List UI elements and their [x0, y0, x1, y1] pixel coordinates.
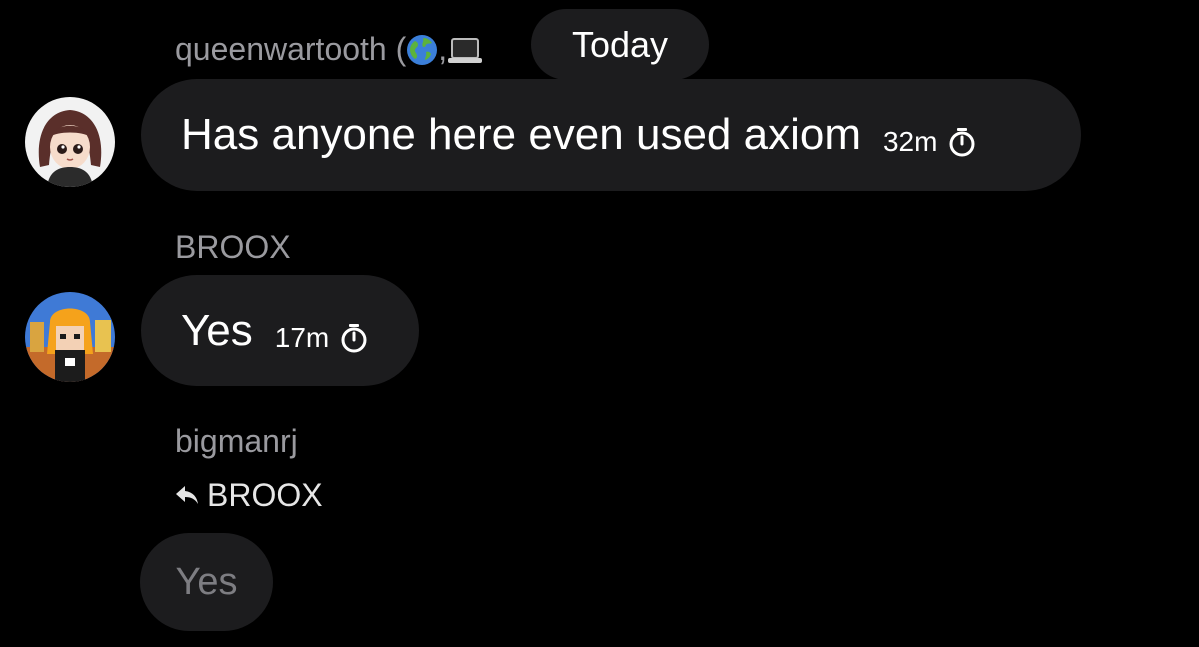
- message-text: Yes: [181, 305, 253, 355]
- message-meta: 32m: [883, 126, 977, 158]
- laptop-icon: [447, 36, 483, 71]
- date-divider: Today: [531, 9, 709, 80]
- message-meta: 17m: [275, 322, 369, 354]
- message-bubble-pending[interactable]: Yes: [140, 533, 273, 631]
- globe-icon: [406, 34, 438, 71]
- message-text: Yes: [175, 560, 238, 603]
- message-time: 17m: [274, 321, 330, 353]
- timer-icon: [949, 128, 975, 157]
- sender-name-text: queenwartooth: [175, 31, 387, 67]
- avatar[interactable]: [25, 292, 115, 382]
- sender-name: bigmanrj: [175, 423, 298, 459]
- sender-name: queenwartooth (,: [175, 33, 483, 71]
- reply-arrow-icon: [176, 486, 198, 504]
- message-time: 32m: [882, 126, 938, 157]
- message-bubble[interactable]: Has anyone here even used axiom 32m: [141, 79, 1081, 191]
- avatar[interactable]: [25, 97, 115, 187]
- reply-reference[interactable]: BROOX: [175, 479, 323, 511]
- sender-name: BROOX: [175, 229, 291, 265]
- reply-to-name: BROOX: [207, 477, 323, 513]
- timer-icon: [341, 323, 367, 352]
- sender-paren: (: [395, 31, 407, 67]
- message-text: Has anyone here even used axiom: [181, 110, 861, 159]
- message-bubble[interactable]: Yes 17m: [141, 275, 419, 386]
